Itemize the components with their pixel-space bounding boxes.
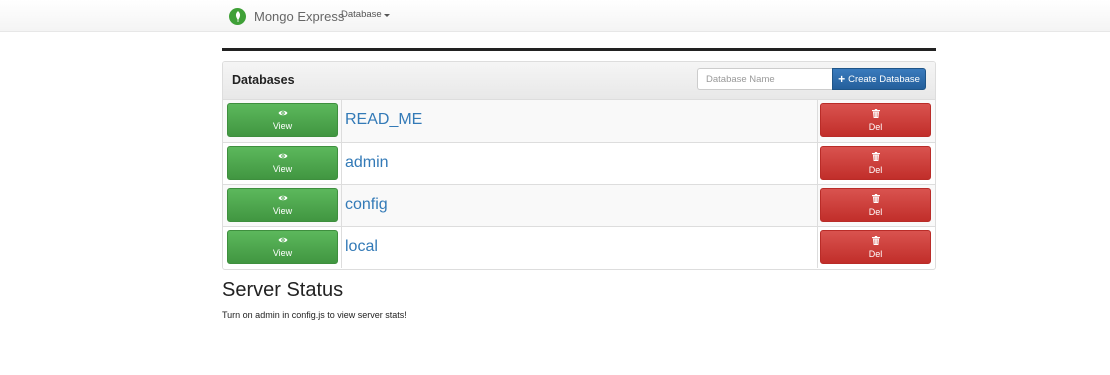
plus-icon: + xyxy=(838,72,846,86)
database-dropdown[interactable]: Database xyxy=(341,9,390,20)
view-button-label: View xyxy=(272,206,293,216)
databases-panel: Databases + Create Database View READ_ME D… xyxy=(222,61,936,270)
database-link[interactable]: READ_ME xyxy=(345,111,422,129)
view-button-label: View xyxy=(272,121,293,131)
database-link[interactable]: local xyxy=(345,238,378,256)
divider xyxy=(341,100,342,142)
table-row: View READ_ME Del xyxy=(223,100,935,142)
delete-button-label: Del xyxy=(868,248,883,259)
panel-heading: Databases + Create Database xyxy=(223,62,935,100)
delete-button-label: Del xyxy=(868,206,883,217)
delete-button[interactable]: Del xyxy=(820,188,931,222)
delete-button-label: Del xyxy=(868,164,883,175)
database-link[interactable]: admin xyxy=(345,154,389,172)
database-list: View READ_ME Del View admin Del View config Del V… xyxy=(223,100,935,268)
eye-icon xyxy=(278,236,288,248)
database-name-input[interactable] xyxy=(697,68,833,90)
divider xyxy=(222,48,936,51)
navbar: Mongo Express Database xyxy=(0,0,1110,32)
divider xyxy=(817,227,818,268)
delete-button[interactable]: Del xyxy=(820,230,931,264)
database-link[interactable]: config xyxy=(345,196,388,214)
divider xyxy=(817,143,818,184)
view-button[interactable]: View xyxy=(227,103,338,137)
view-button-label: View xyxy=(272,248,293,258)
trash-icon xyxy=(871,235,880,249)
delete-button-label: Del xyxy=(868,121,883,132)
table-row: View local Del xyxy=(223,226,935,268)
create-database-button[interactable]: + Create Database xyxy=(832,68,926,90)
eye-icon xyxy=(278,152,288,164)
database-dropdown-label: Database xyxy=(341,9,382,20)
delete-button[interactable]: Del xyxy=(820,146,931,180)
delete-button[interactable]: Del xyxy=(820,103,931,137)
divider xyxy=(341,143,342,184)
divider xyxy=(341,227,342,268)
server-status-message: Turn on admin in config.js to view serve… xyxy=(222,310,407,320)
eye-icon xyxy=(278,109,288,121)
divider xyxy=(341,185,342,226)
table-row: View config Del xyxy=(223,184,935,226)
view-button[interactable]: View xyxy=(227,188,338,222)
trash-icon xyxy=(871,151,880,165)
view-button[interactable]: View xyxy=(227,146,338,180)
mongo-leaf-icon xyxy=(229,7,246,25)
table-row: View admin Del xyxy=(223,142,935,184)
divider xyxy=(817,185,818,226)
server-status-title: Server Status xyxy=(222,279,344,301)
trash-icon xyxy=(871,193,880,207)
view-button[interactable]: View xyxy=(227,230,338,264)
create-database-label: Create Database xyxy=(848,73,920,85)
panel-title: Databases xyxy=(232,73,295,87)
brand[interactable]: Mongo Express xyxy=(229,6,344,26)
divider xyxy=(817,100,818,142)
trash-icon xyxy=(871,108,880,122)
view-button-label: View xyxy=(272,164,293,174)
eye-icon xyxy=(278,194,288,206)
brand-title: Mongo Express xyxy=(254,8,345,24)
caret-down-icon xyxy=(383,13,390,17)
